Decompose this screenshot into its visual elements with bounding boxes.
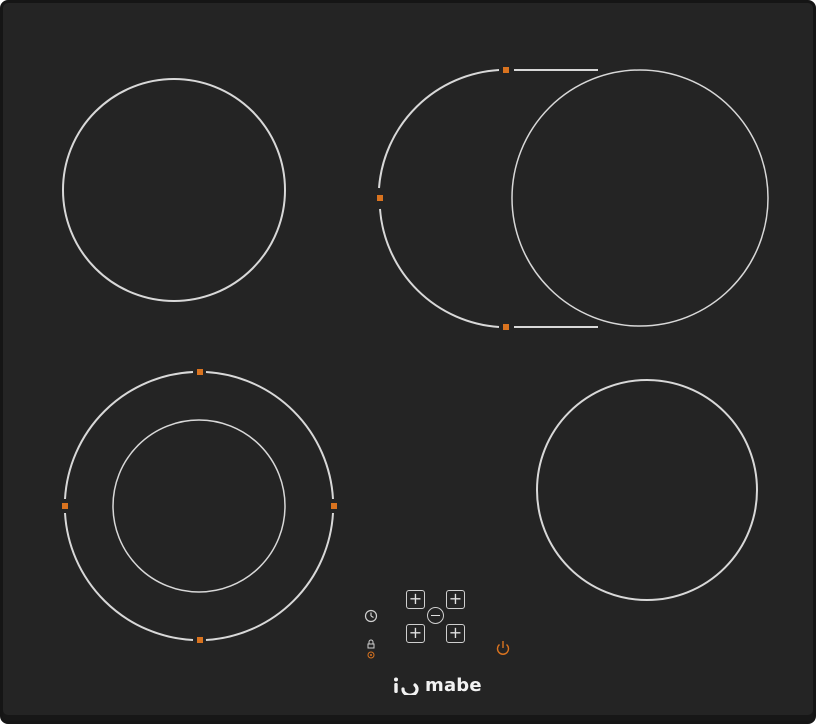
plus-button-top-left[interactable]: + <box>406 590 425 609</box>
brand-logo: mabe <box>393 671 482 699</box>
power-icon[interactable] <box>496 641 510 655</box>
plus-button-bottom-left[interactable]: + <box>406 624 425 643</box>
zone-rear-left <box>62 78 286 302</box>
zone-rear-right-inner <box>511 69 769 327</box>
indicator-front-left-right <box>331 503 337 509</box>
minus-button[interactable] <box>427 607 444 624</box>
indicator-rear-right-top <box>503 67 509 73</box>
zone-rear-right-extension-arc <box>378 69 500 189</box>
cooking-zones-layer <box>62 67 769 659</box>
zone-front-left-outer-arc-bottom-left <box>64 512 194 641</box>
zone-front-left-inner <box>112 419 286 593</box>
lock-icon[interactable] <box>367 639 375 649</box>
lock-indicator-icon <box>367 651 375 659</box>
clock-icon[interactable] <box>364 609 378 623</box>
zone-front-left-outer-arc-top-left <box>64 371 194 500</box>
cooktop-panel: + + + + mabe <box>0 0 816 724</box>
plus-button-top-right[interactable]: + <box>446 590 465 609</box>
indicator-front-left-bottom <box>197 637 203 643</box>
io-mark-icon <box>394 677 419 695</box>
indicator-rear-right-bottom <box>503 324 509 330</box>
brand-name: mabe <box>425 674 482 696</box>
indicator-front-left-left <box>62 503 68 509</box>
zone-front-right <box>536 379 758 601</box>
indicator-rear-right-left <box>377 195 383 201</box>
indicator-front-left-top <box>197 369 203 375</box>
zone-front-left-outer-arc-top-right <box>205 371 334 500</box>
zone-front-left-outer-arc-bottom-right <box>205 512 334 641</box>
zone-rear-right-extension-arc-lower <box>379 208 500 328</box>
plus-button-bottom-right[interactable]: + <box>446 624 465 643</box>
